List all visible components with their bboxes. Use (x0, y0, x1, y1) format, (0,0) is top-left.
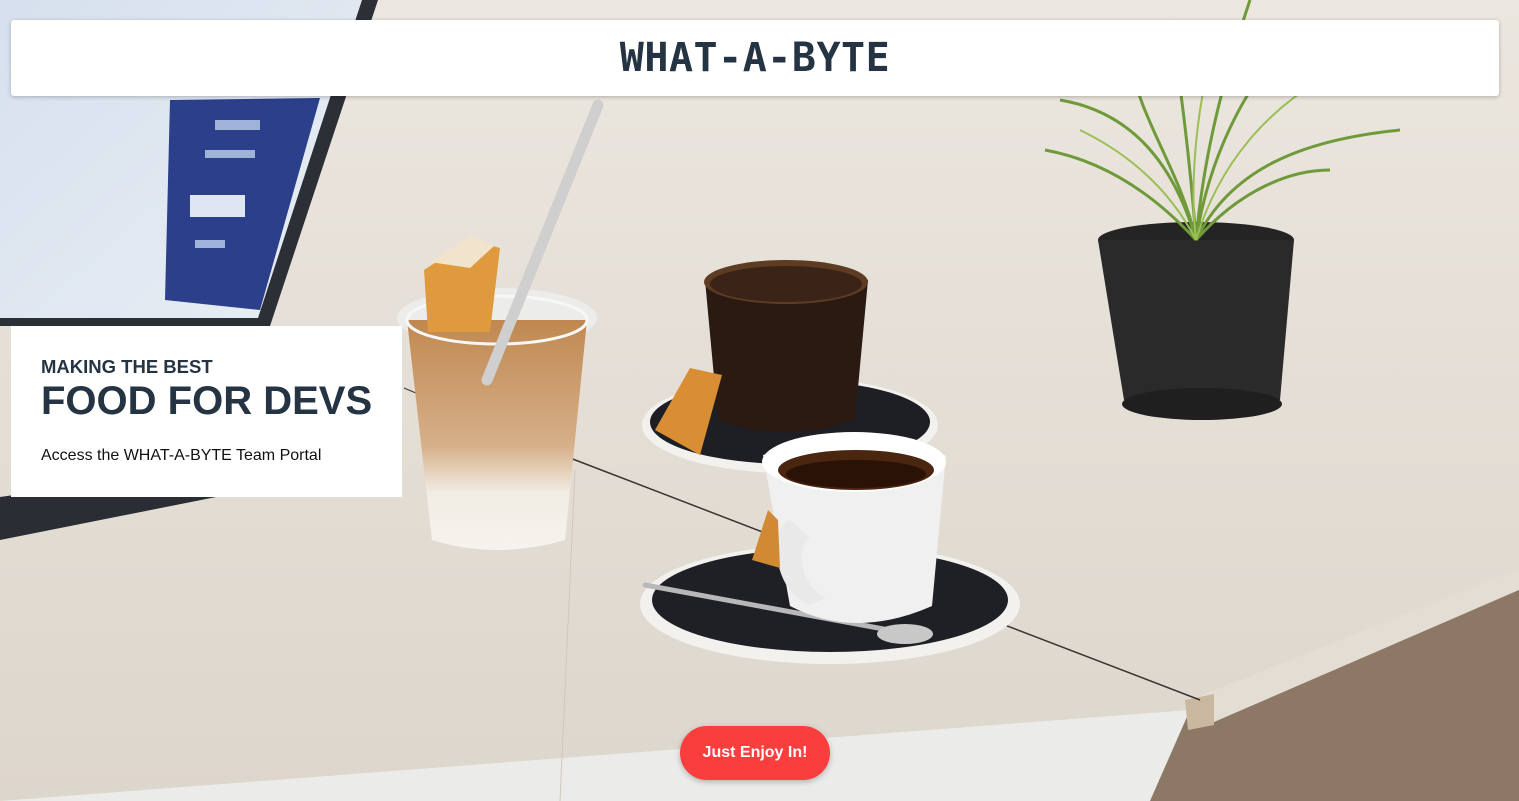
brand-logo-text[interactable]: WHAT-A-BYTE (620, 35, 890, 81)
hero-title: FOOD FOR DEVS (41, 379, 373, 423)
landing-page: WHAT-A-BYTE MAKING THE BEST FOOD FOR DEV… (0, 0, 1519, 801)
hero-description: Access the WHAT-A-BYTE Team Portal (41, 447, 322, 464)
hero-subtitle: MAKING THE BEST (41, 356, 213, 377)
hero-card: MAKING THE BEST FOOD FOR DEVS Access the… (11, 326, 402, 497)
just-enjoy-in-button[interactable]: Just Enjoy In! (680, 726, 830, 780)
site-header: WHAT-A-BYTE (11, 20, 1499, 96)
